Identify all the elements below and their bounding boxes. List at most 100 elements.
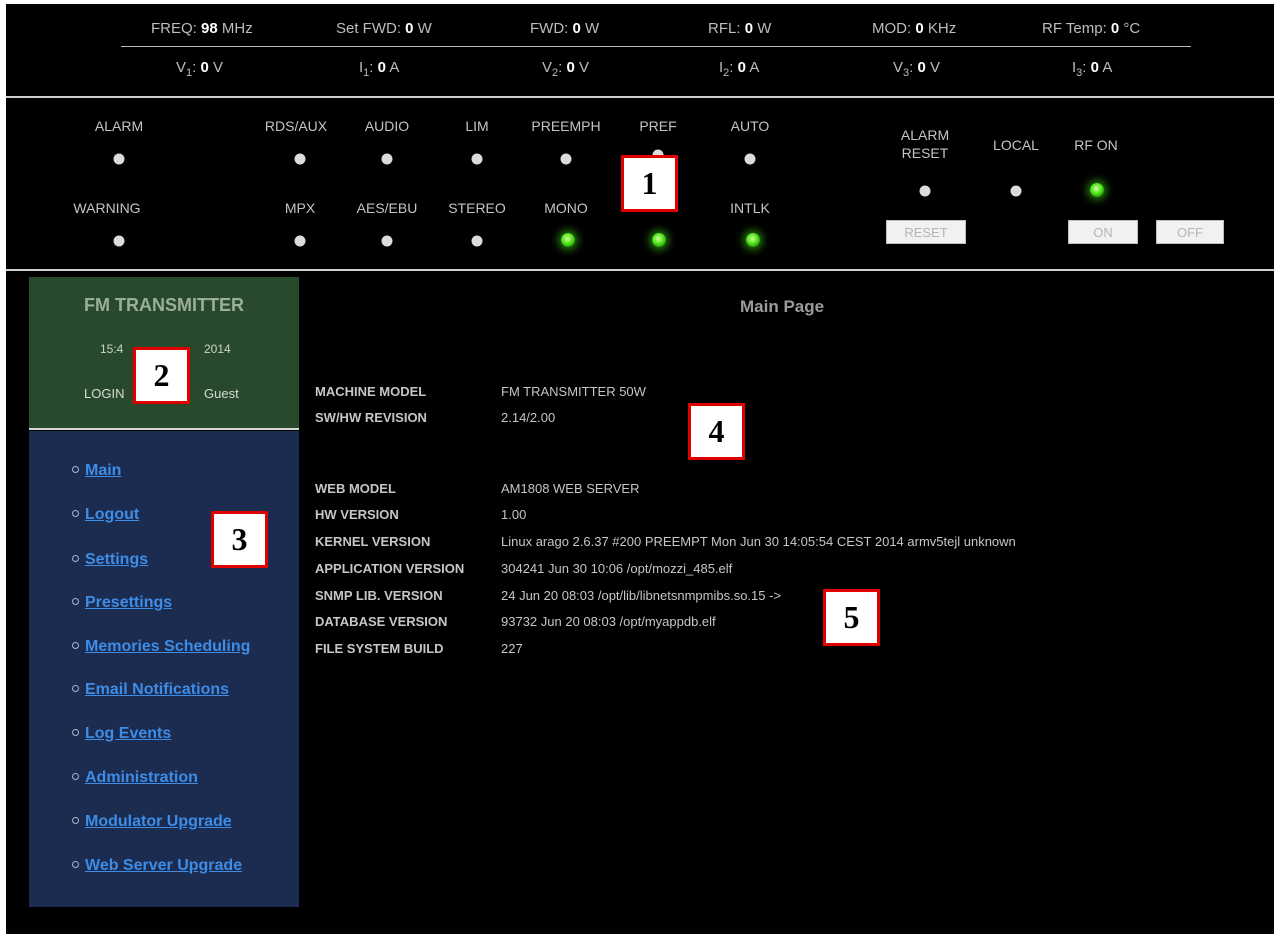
nav-link-email-notifications[interactable]: Email Notifications bbox=[85, 681, 229, 698]
info-label: HW VERSION bbox=[315, 507, 399, 522]
reset-button[interactable]: RESET bbox=[886, 220, 966, 244]
warning-label: WARNING bbox=[73, 200, 141, 216]
intlk-led bbox=[746, 233, 760, 247]
info-value: 304241 Jun 30 10:06 /opt/mozzi_485.elf bbox=[501, 561, 733, 576]
audio-led bbox=[381, 153, 393, 165]
clock-date: 2014 bbox=[204, 342, 231, 356]
nav-link-settings[interactable]: Settings bbox=[85, 551, 148, 568]
mod-readout: MOD: 0 KHz bbox=[872, 20, 957, 37]
nav-item-main[interactable]: Main bbox=[72, 462, 121, 480]
nav-item-email-notifications[interactable]: Email Notifications bbox=[72, 681, 229, 699]
rf-temp-readout: RF Temp: 0 °C bbox=[1042, 20, 1141, 37]
local-led bbox=[1010, 185, 1022, 197]
pref-status-led bbox=[652, 233, 666, 247]
nav-link-memories-scheduling[interactable]: Memories Scheduling bbox=[85, 638, 250, 655]
status-divider bbox=[6, 269, 1274, 271]
nav-item-administration[interactable]: Administration bbox=[72, 769, 198, 787]
info-value: 227 bbox=[501, 641, 523, 656]
v3-readout: V3: 0 V bbox=[893, 59, 941, 79]
rds-aux-label: RDS/AUX bbox=[264, 118, 328, 134]
info-value: Linux arago 2.6.37 #200 PREEMPT Mon Jun … bbox=[501, 534, 1016, 549]
aes-ebu-label: AES/EBU bbox=[356, 200, 418, 216]
bullet-icon bbox=[72, 729, 79, 736]
set-fwd-readout: Set FWD: 0 W bbox=[336, 20, 432, 37]
rf-on-button[interactable]: ON bbox=[1068, 220, 1138, 244]
bullet-icon bbox=[72, 773, 79, 780]
measurements-divider bbox=[121, 46, 1191, 47]
info-label: SW/HW REVISION bbox=[315, 410, 427, 425]
lim-led bbox=[471, 153, 483, 165]
info-label: DATABASE VERSION bbox=[315, 614, 448, 629]
nav-item-presettings[interactable]: Presettings bbox=[72, 594, 172, 612]
preemph-led bbox=[560, 153, 572, 165]
auto-led bbox=[744, 153, 756, 165]
info-label: WEB MODEL bbox=[315, 481, 396, 496]
nav-link-web-server-upgrade[interactable]: Web Server Upgrade bbox=[85, 857, 242, 874]
intlk-label: INTLK bbox=[730, 200, 770, 216]
fwd-readout: FWD: 0 W bbox=[530, 20, 600, 37]
info-label: SNMP LIB. VERSION bbox=[315, 588, 443, 603]
nav-link-modulator-upgrade[interactable]: Modulator Upgrade bbox=[85, 813, 232, 830]
mpx-label: MPX bbox=[284, 200, 316, 216]
mono-label: MONO bbox=[544, 200, 588, 216]
info-label: APPLICATION VERSION bbox=[315, 561, 465, 576]
login-user: Guest bbox=[204, 386, 239, 401]
nav-item-web-server-upgrade[interactable]: Web Server Upgrade bbox=[72, 857, 242, 875]
rf-on-label: RF ON bbox=[1074, 137, 1118, 153]
mono-led bbox=[561, 233, 575, 247]
bullet-icon bbox=[72, 861, 79, 868]
bullet-icon bbox=[72, 685, 79, 692]
nav-item-logout[interactable]: Logout bbox=[72, 506, 139, 524]
auto-label: AUTO bbox=[730, 118, 770, 134]
aes-ebu-led bbox=[381, 235, 393, 247]
nav-link-presettings[interactable]: Presettings bbox=[85, 594, 172, 611]
nav-link-main[interactable]: Main bbox=[85, 462, 121, 479]
bullet-icon bbox=[72, 817, 79, 824]
v2-readout: V2: 0 V bbox=[542, 59, 590, 79]
preemph-label: PREEMPH bbox=[531, 118, 601, 134]
bullet-icon bbox=[72, 598, 79, 605]
rfl-readout: RFL: 0 W bbox=[708, 20, 772, 37]
callout-5: 5 bbox=[823, 589, 880, 646]
info-value: 1.00 bbox=[501, 507, 527, 522]
audio-label: AUDIO bbox=[364, 118, 410, 134]
nav-link-logout[interactable]: Logout bbox=[85, 506, 139, 523]
bullet-icon bbox=[72, 466, 79, 473]
login-label: LOGIN bbox=[84, 386, 125, 401]
nav-item-modulator-upgrade[interactable]: Modulator Upgrade bbox=[72, 813, 232, 831]
sidebar-divider bbox=[29, 428, 299, 430]
v1-readout: V1: 0 V bbox=[176, 59, 224, 79]
i2-readout: I2: 0 A bbox=[719, 59, 760, 79]
callout-3: 3 bbox=[211, 511, 268, 568]
app-title: FM TRANSMITTER bbox=[84, 295, 244, 315]
callout-2: 2 bbox=[133, 347, 190, 404]
i1-readout: I1: 0 A bbox=[359, 59, 400, 79]
mpx-led bbox=[294, 235, 306, 247]
nav-link-log-events[interactable]: Log Events bbox=[85, 725, 171, 742]
warning-led bbox=[113, 235, 125, 247]
rf-off-button[interactable]: OFF bbox=[1156, 220, 1224, 244]
info-label: KERNEL VERSION bbox=[315, 534, 431, 549]
pref-label: PREF bbox=[639, 118, 677, 134]
lim-label: LIM bbox=[465, 118, 489, 134]
local-label: LOCAL bbox=[993, 137, 1039, 153]
alarm-led bbox=[113, 153, 125, 165]
sidebar-nav bbox=[29, 431, 299, 907]
callout-1: 1 bbox=[621, 155, 678, 212]
stereo-label: STEREO bbox=[448, 200, 506, 216]
i3-readout: I3: 0 A bbox=[1072, 59, 1113, 79]
bullet-icon bbox=[72, 555, 79, 562]
nav-item-memories-scheduling[interactable]: Memories Scheduling bbox=[72, 638, 250, 656]
nav-item-settings[interactable]: Settings bbox=[72, 551, 148, 569]
header-divider bbox=[6, 96, 1274, 98]
callout-4: 4 bbox=[688, 403, 745, 460]
nav-link-administration[interactable]: Administration bbox=[85, 769, 198, 786]
stereo-led bbox=[471, 235, 483, 247]
info-value: FM TRANSMITTER 50W bbox=[501, 384, 646, 399]
rf-on-led bbox=[1090, 183, 1104, 197]
bullet-icon bbox=[72, 642, 79, 649]
nav-item-log-events[interactable]: Log Events bbox=[72, 725, 171, 743]
info-value: 24 Jun 20 08:03 /opt/lib/libnetsnmpmibs.… bbox=[501, 588, 782, 603]
clock-time: 15:4 bbox=[100, 342, 124, 356]
info-value: 2.14/2.00 bbox=[501, 410, 556, 425]
